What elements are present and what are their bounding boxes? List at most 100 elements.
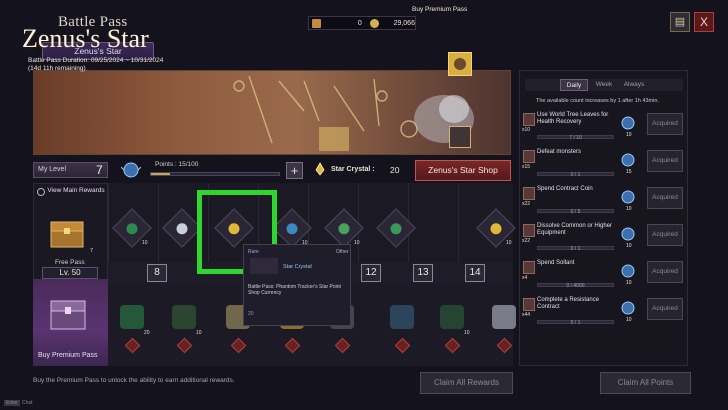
mission-icon bbox=[523, 224, 535, 237]
mission-reward-count: 10 bbox=[626, 206, 632, 212]
mission-acquired-button[interactable]: Acquired bbox=[647, 224, 683, 246]
points-text: Points : 15/100 bbox=[155, 161, 199, 168]
mission-multiplier: x44 bbox=[522, 312, 531, 318]
tab-always[interactable]: Always bbox=[620, 79, 648, 91]
reward-item-icon bbox=[490, 223, 502, 235]
mission-reward-count: 15 bbox=[626, 169, 632, 175]
mission-icon bbox=[523, 113, 535, 126]
banner-art bbox=[233, 75, 474, 151]
premium-reward-slot[interactable] bbox=[120, 305, 144, 329]
mission-multiplier: x15 bbox=[522, 164, 531, 170]
mission-reward-count: 10 bbox=[626, 243, 632, 249]
mission-progress-text: 0 / 1 bbox=[570, 246, 581, 252]
tab-daily[interactable]: Daily bbox=[560, 79, 588, 91]
person-icon bbox=[454, 58, 466, 70]
mission-title: Dissolve Common or Higher Equipment bbox=[537, 223, 613, 236]
mission-acquired-button[interactable]: Acquired bbox=[647, 187, 683, 209]
exp-orb-icon bbox=[618, 262, 638, 280]
mission-progress-text: 0 / 4000 bbox=[566, 283, 585, 289]
coin-icon bbox=[369, 18, 379, 28]
exp-orb-icon bbox=[618, 299, 638, 317]
mission-title: Use World Tree Leaves for Health Recover… bbox=[537, 112, 609, 125]
banner bbox=[33, 70, 511, 155]
tooltip-rarity: Rare bbox=[248, 249, 259, 255]
star-shop-button[interactable]: Zenus's Star Shop bbox=[415, 160, 511, 181]
exp-orb-icon bbox=[121, 162, 141, 178]
mission-progress-text: 0 / 1 bbox=[570, 320, 581, 326]
exp-orb-icon bbox=[618, 225, 638, 243]
mission-title: Spend Contract Coin bbox=[537, 186, 593, 192]
currency-b-value: 29,066 bbox=[393, 19, 415, 27]
claim-all-rewards-button[interactable]: Claim All Rewards bbox=[420, 372, 513, 394]
reward-item-icon bbox=[126, 223, 138, 235]
book-icon: ▤ bbox=[674, 16, 686, 28]
level-badge: 13 bbox=[413, 264, 433, 282]
chat-label: Chat bbox=[21, 400, 33, 406]
mission-acquired-button[interactable]: Acquired bbox=[647, 113, 683, 135]
currency-bar: 0 29,066 bbox=[308, 16, 416, 30]
buy-premium-link[interactable]: Buy Premium Pass bbox=[412, 6, 467, 13]
premium-chest-icon bbox=[50, 300, 86, 330]
reward-item-icon bbox=[286, 223, 298, 235]
reward-item-icon bbox=[338, 223, 350, 235]
add-points-button[interactable]: + bbox=[286, 162, 303, 179]
claim-all-points-button[interactable]: Claim All Points bbox=[600, 372, 691, 394]
tooltip-footer: 20 bbox=[248, 311, 344, 319]
mission-icon bbox=[523, 261, 535, 274]
buy-premium-button[interactable]: Buy Premium Pass bbox=[38, 352, 98, 359]
free-chest-icon bbox=[50, 221, 84, 248]
search-icon bbox=[37, 188, 45, 196]
premium-reward-slot[interactable] bbox=[390, 305, 414, 329]
level-badge: 12 bbox=[361, 264, 381, 282]
star-crystal-label: Star Crystal : bbox=[331, 166, 375, 173]
free-pass-label: Free Pass bbox=[55, 259, 85, 266]
my-level-value: 7 bbox=[96, 163, 103, 177]
exp-orb-icon bbox=[618, 114, 638, 132]
reward-item-icon bbox=[390, 223, 402, 235]
tooltip-item-name: Star Crystal bbox=[283, 264, 312, 270]
mission-acquired-button[interactable]: Acquired bbox=[647, 150, 683, 172]
premium-reward-slot[interactable] bbox=[172, 305, 196, 329]
enter-key-hint: Enter bbox=[4, 400, 20, 406]
premium-reward-count: 10 bbox=[196, 330, 202, 336]
pass-remaining: (14d 11h remaining) bbox=[28, 65, 86, 72]
mission-title: Defeat monsters bbox=[537, 149, 582, 155]
mission-progress-text: 0 / 5 bbox=[570, 209, 581, 215]
mission-icon bbox=[523, 150, 535, 163]
mission-reward-count: 10 bbox=[626, 280, 632, 286]
view-main-rewards-button[interactable]: View Main Rewards bbox=[47, 187, 105, 195]
mission-multiplier: x22 bbox=[522, 201, 531, 207]
mission-reward-count: 10 bbox=[626, 132, 632, 138]
mission-title: Spend Sollant bbox=[537, 260, 575, 266]
book-button[interactable]: ▤ bbox=[670, 12, 690, 32]
premium-emblem[interactable] bbox=[448, 52, 472, 76]
tooltip-type: Other bbox=[336, 249, 349, 255]
premium-frame bbox=[449, 126, 471, 148]
mission-multiplier: x22 bbox=[522, 238, 531, 244]
free-reward-count: 10 bbox=[354, 240, 360, 246]
free-pass-level: Lv. 50 bbox=[42, 267, 98, 279]
mission-acquired-button[interactable]: Acquired bbox=[647, 298, 683, 320]
currency-a-value: 0 bbox=[357, 19, 362, 27]
level-badge: 14 bbox=[465, 264, 485, 282]
tooltip-count: 20 bbox=[248, 311, 254, 317]
exp-orb-icon bbox=[618, 151, 638, 169]
free-chest-count: 7 bbox=[90, 248, 94, 254]
star-crystal-value: 20 bbox=[390, 165, 400, 175]
close-button[interactable]: X bbox=[694, 12, 714, 32]
free-reward-count: 10 bbox=[142, 240, 148, 246]
exp-orb-icon bbox=[618, 188, 638, 206]
tooltip-item-slot bbox=[250, 258, 278, 274]
tab-week[interactable]: Week bbox=[591, 79, 617, 91]
mission-progress-text: 7 / 10 bbox=[569, 135, 582, 141]
mission-acquired-button[interactable]: Acquired bbox=[647, 261, 683, 283]
my-level-label: My Level bbox=[38, 166, 67, 173]
premium-reward-slot[interactable] bbox=[492, 305, 516, 329]
points-progress-fill bbox=[151, 173, 171, 175]
premium-reward-slot[interactable] bbox=[440, 305, 464, 329]
chat-hint[interactable]: Enter Chat bbox=[4, 400, 33, 406]
ticket-icon bbox=[312, 18, 321, 28]
mission-multiplier: x10 bbox=[522, 127, 531, 133]
mission-progress-text: 0 / 1 bbox=[570, 172, 581, 178]
tooltip-description: Battle Pass: Phantom Tracker's Star Poin… bbox=[248, 284, 341, 296]
